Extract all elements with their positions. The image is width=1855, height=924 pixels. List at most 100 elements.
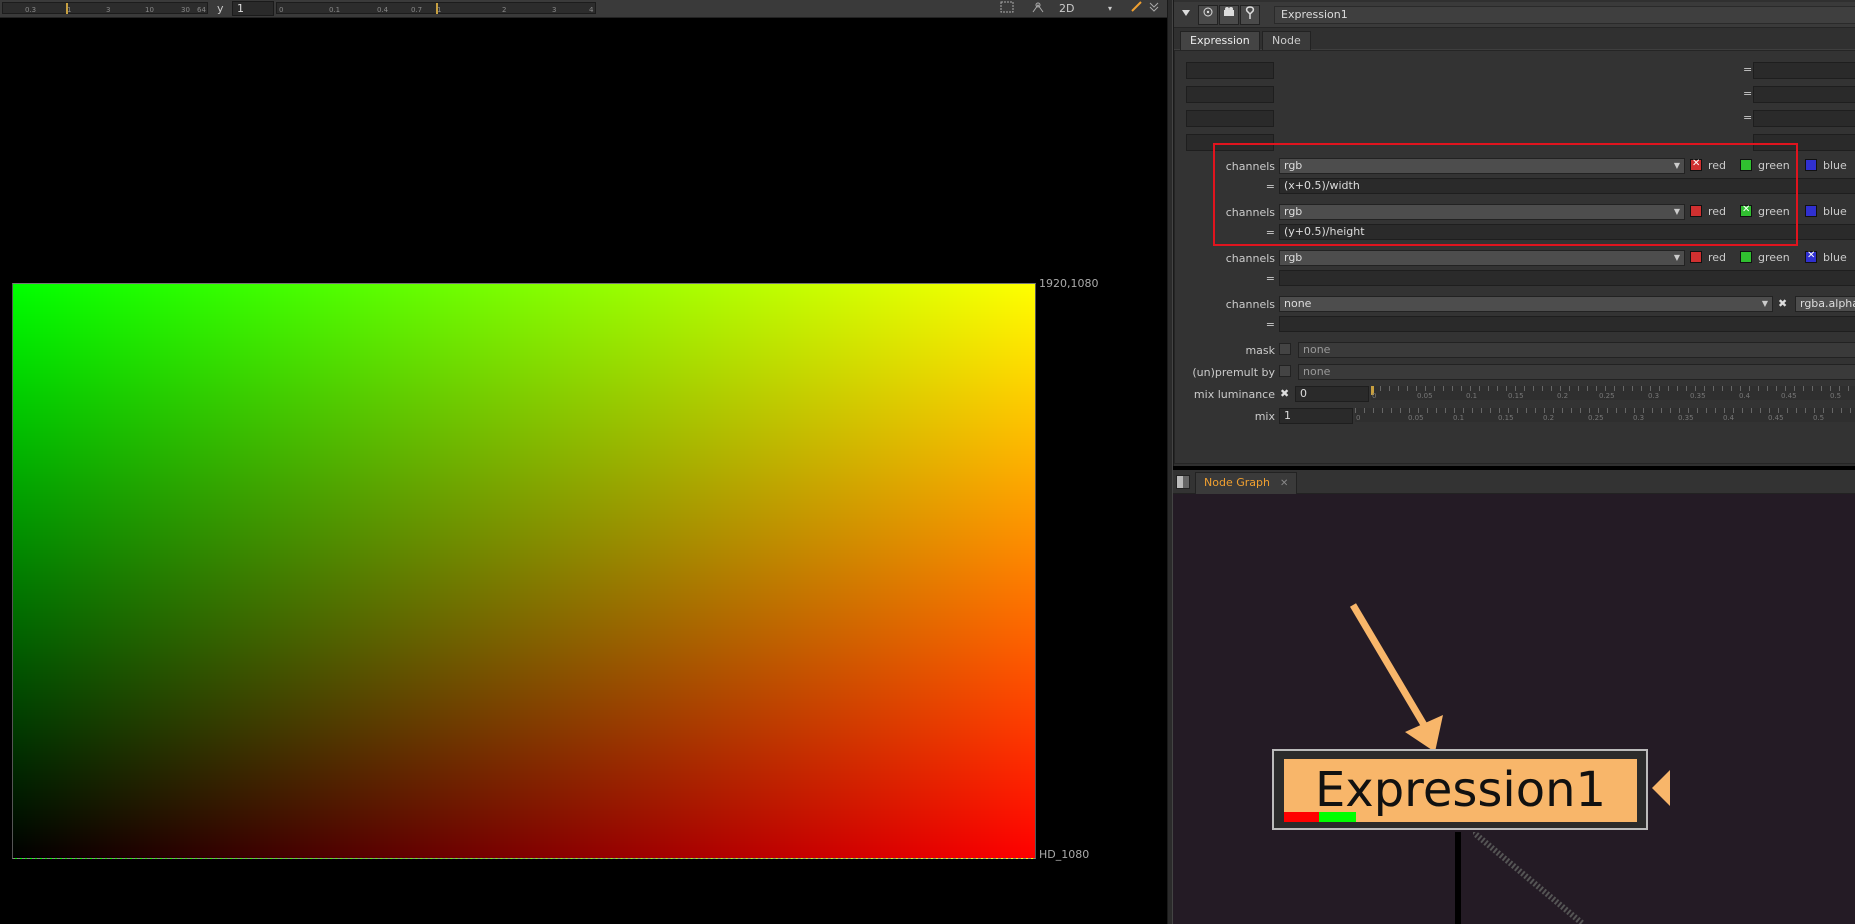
channels-dropdown[interactable]: rgb ▼ bbox=[1279, 250, 1685, 266]
channels-value: none bbox=[1284, 297, 1312, 310]
mix-luminance-input[interactable]: 0 bbox=[1295, 386, 1369, 402]
gamma-tick: 4 bbox=[589, 6, 594, 14]
mix-luminance-slider[interactable]: 0 0.05 0.1 0.15 0.2 0.25 0.3 0.35 0.4 0.… bbox=[1371, 386, 1855, 400]
pipe-connector-dashed bbox=[1473, 832, 1585, 924]
node-output-arrow-icon[interactable] bbox=[1652, 770, 1670, 806]
format-top-right-label: 1920,1080 bbox=[1039, 277, 1099, 290]
gamma-tick: 2 bbox=[502, 6, 507, 14]
transform-handle-icon[interactable] bbox=[1030, 1, 1046, 16]
tab-node[interactable]: Node bbox=[1262, 31, 1311, 50]
slider-tick: 0.3 bbox=[1633, 414, 1645, 422]
gamma-label: y bbox=[217, 2, 224, 15]
gamma-tick: 0.4 bbox=[377, 6, 389, 14]
viewer-panel[interactable]: 0.3 1 3 10 30 64 y 1 0 0.1 0.4 0.7 1 2 3… bbox=[0, 0, 1167, 924]
temp-equals: = bbox=[1743, 87, 1753, 100]
expression-node-body: Expression1 bbox=[1284, 759, 1637, 822]
gain-tick: 3 bbox=[106, 6, 111, 14]
input-view-icon[interactable] bbox=[1219, 5, 1239, 25]
tab-expression[interactable]: Expression bbox=[1180, 31, 1260, 50]
gamma-tick: 3 bbox=[552, 6, 557, 14]
chevron-down-icon[interactable] bbox=[1146, 1, 1162, 16]
collapse-arrow-icon[interactable] bbox=[1176, 5, 1196, 25]
green-channel-indicator bbox=[1319, 812, 1356, 822]
temp-equals: = bbox=[1743, 111, 1753, 124]
temp-name-field[interactable] bbox=[1186, 86, 1274, 103]
gain-tick: 10 bbox=[145, 6, 154, 14]
slider-tick: 0.25 bbox=[1599, 392, 1615, 400]
slider-tick: 0.3 bbox=[1648, 392, 1660, 400]
unpremult-checkbox[interactable] bbox=[1279, 365, 1291, 377]
roi-icon[interactable] bbox=[999, 1, 1015, 16]
gain-tick: 1 bbox=[67, 6, 72, 14]
channels-label: channels bbox=[1225, 298, 1275, 311]
wrench-icon[interactable] bbox=[1240, 5, 1260, 25]
expression-node[interactable]: Expression1 bbox=[1272, 749, 1648, 830]
slider-tick: 0.35 bbox=[1678, 414, 1694, 422]
mix-input[interactable]: 1 bbox=[1279, 408, 1353, 424]
gamma-tick: 1 bbox=[437, 6, 442, 14]
expression-knobs: = = = channels rgb▼ red green blue = (x+… bbox=[1174, 50, 1855, 464]
paint-brush-icon[interactable] bbox=[1128, 1, 1144, 16]
close-icon[interactable]: ✖ bbox=[1280, 387, 1289, 400]
mask-dropdown[interactable]: none bbox=[1298, 342, 1855, 358]
view-mode-arrow-icon[interactable]: ▾ bbox=[1108, 4, 1112, 13]
format-name-label: HD_1080 bbox=[1039, 848, 1090, 861]
slider-tick: 0.15 bbox=[1498, 414, 1514, 422]
slider-tick: 0.5 bbox=[1813, 414, 1825, 422]
unpremult-label: (un)premult by bbox=[1192, 366, 1275, 379]
channels-value: rgb bbox=[1284, 251, 1303, 264]
gamma-tick: 0.1 bbox=[329, 6, 341, 14]
expression-2-field[interactable] bbox=[1279, 270, 1855, 286]
blue-channel-checkbox[interactable] bbox=[1805, 250, 1817, 263]
slider-tick: 0.4 bbox=[1723, 414, 1735, 422]
mix-slider[interactable]: 0 0.05 0.1 0.15 0.2 0.25 0.3 0.35 0.4 0.… bbox=[1355, 408, 1855, 422]
slider-tick: 0 bbox=[1356, 414, 1361, 422]
slider-tick: 0.4 bbox=[1739, 392, 1751, 400]
slider-tick: 0 bbox=[1372, 392, 1377, 400]
alpha-channel-dropdown[interactable]: rgba.alpha bbox=[1795, 296, 1855, 312]
green-channel-checkbox[interactable] bbox=[1740, 251, 1752, 263]
blue-channel-checkbox[interactable] bbox=[1805, 159, 1817, 171]
unpremult-dropdown[interactable]: none bbox=[1298, 364, 1855, 380]
viewer-toolbar: 0.3 1 3 10 30 64 y 1 0 0.1 0.4 0.7 1 2 3… bbox=[0, 0, 1167, 18]
blue-label: blue bbox=[1823, 159, 1847, 172]
slider-tick: 0.45 bbox=[1781, 392, 1797, 400]
dropdown-arrow-icon: ▼ bbox=[1673, 253, 1680, 262]
temp-expr-field[interactable] bbox=[1753, 110, 1855, 127]
gamma-input[interactable]: 1 bbox=[232, 1, 274, 16]
green-label: green bbox=[1758, 251, 1790, 264]
viewer-image[interactable] bbox=[12, 283, 1036, 859]
blue-label: blue bbox=[1823, 251, 1847, 264]
gain-tick: 30 bbox=[181, 6, 190, 14]
gamma-tick: 0.7 bbox=[411, 6, 423, 14]
slider-tick: 0.15 bbox=[1508, 392, 1524, 400]
red-channel-indicator bbox=[1284, 812, 1319, 822]
gamma-slider[interactable]: 0 0.1 0.4 0.7 1 2 3 4 bbox=[276, 2, 596, 14]
slider-tick: 0.2 bbox=[1557, 392, 1569, 400]
expr-equals: = bbox=[1265, 318, 1275, 331]
properties-tabs: Expression Node bbox=[1174, 30, 1855, 50]
view-mode-dropdown[interactable]: 2D bbox=[1059, 2, 1074, 15]
expression-3-field[interactable] bbox=[1279, 316, 1855, 332]
mask-label: mask bbox=[1245, 344, 1275, 357]
slider-tick: 0.25 bbox=[1588, 414, 1604, 422]
mask-checkbox[interactable] bbox=[1279, 343, 1291, 355]
slider-tick: 0.2 bbox=[1543, 414, 1555, 422]
temp-name-field[interactable] bbox=[1186, 62, 1274, 79]
pipe-connector bbox=[1455, 832, 1461, 924]
close-icon[interactable]: ✖ bbox=[1778, 297, 1787, 310]
center-node-icon[interactable] bbox=[1198, 5, 1218, 25]
temp-expr-field[interactable] bbox=[1753, 86, 1855, 103]
mix-luminance-label: mix luminance bbox=[1193, 388, 1275, 401]
blue-channel-checkbox[interactable] bbox=[1805, 205, 1817, 217]
temp-expr-field[interactable] bbox=[1753, 62, 1855, 79]
red-label: red bbox=[1708, 251, 1727, 264]
temp-name-field[interactable] bbox=[1186, 110, 1274, 127]
gain-slider[interactable]: 0.3 1 3 10 30 64 bbox=[2, 2, 208, 14]
properties-header: Expression1 bbox=[1174, 2, 1855, 28]
channels-dropdown[interactable]: none ▼ bbox=[1279, 296, 1773, 312]
node-graph-panel[interactable]: Node Graph ✕ Expression1 bbox=[1173, 470, 1855, 924]
red-channel-checkbox[interactable] bbox=[1690, 251, 1702, 263]
node-name-field[interactable]: Expression1 bbox=[1274, 6, 1855, 24]
slider-tick: 0.1 bbox=[1453, 414, 1465, 422]
